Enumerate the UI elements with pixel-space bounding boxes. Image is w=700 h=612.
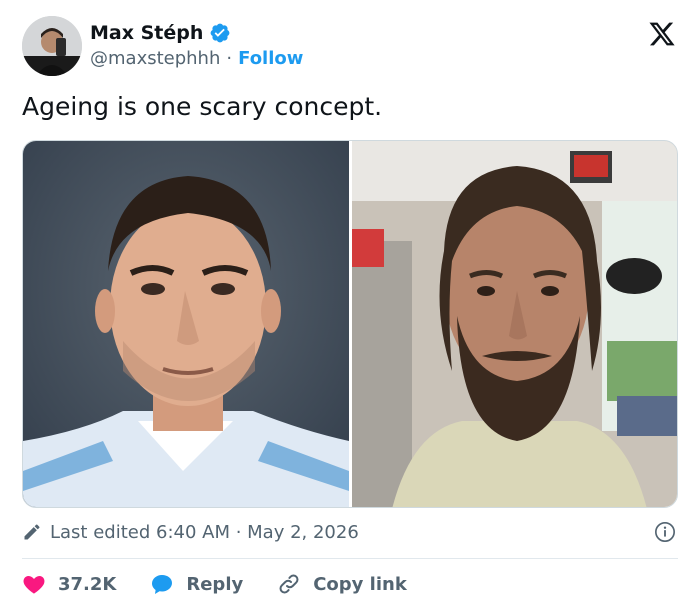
x-logo-icon[interactable] <box>648 20 676 48</box>
copy-link-label: Copy link <box>313 573 407 595</box>
reply-label: Reply <box>186 573 244 595</box>
reply-button[interactable]: Reply <box>150 572 243 596</box>
pencil-icon <box>24 524 40 540</box>
display-name[interactable]: Max Stéph <box>90 22 203 44</box>
verified-badge-icon <box>210 23 230 43</box>
copy-link-button[interactable]: Copy link <box>277 572 407 596</box>
photo-right-bearded-man[interactable] <box>351 141 677 507</box>
tweet-header: Max Stéph @maxstephhh · Follow <box>22 16 682 78</box>
handle[interactable]: @maxstephhh <box>90 48 220 69</box>
media-grid[interactable] <box>22 140 678 508</box>
tweet-text: Ageing is one scary concept. <box>22 92 383 121</box>
like-button[interactable]: 37.2K <box>22 572 116 596</box>
separator-dot: · <box>226 48 233 69</box>
edited-timestamp[interactable]: Last edited 6:40 AM · May 2, 2026 <box>50 522 359 543</box>
like-count: 37.2K <box>58 573 117 595</box>
avatar[interactable] <box>22 16 82 76</box>
heart-icon <box>23 576 45 594</box>
reply-bubble-icon <box>152 575 173 594</box>
follow-button[interactable]: Follow <box>238 48 303 69</box>
tweet-meta: Last edited 6:40 AM · May 2, 2026 <box>22 518 678 546</box>
info-icon[interactable] <box>654 521 676 543</box>
link-icon <box>279 574 299 594</box>
action-bar: 37.2K Reply Copy link <box>22 568 407 600</box>
photo-left-young-man[interactable] <box>23 141 349 507</box>
divider <box>22 558 678 559</box>
